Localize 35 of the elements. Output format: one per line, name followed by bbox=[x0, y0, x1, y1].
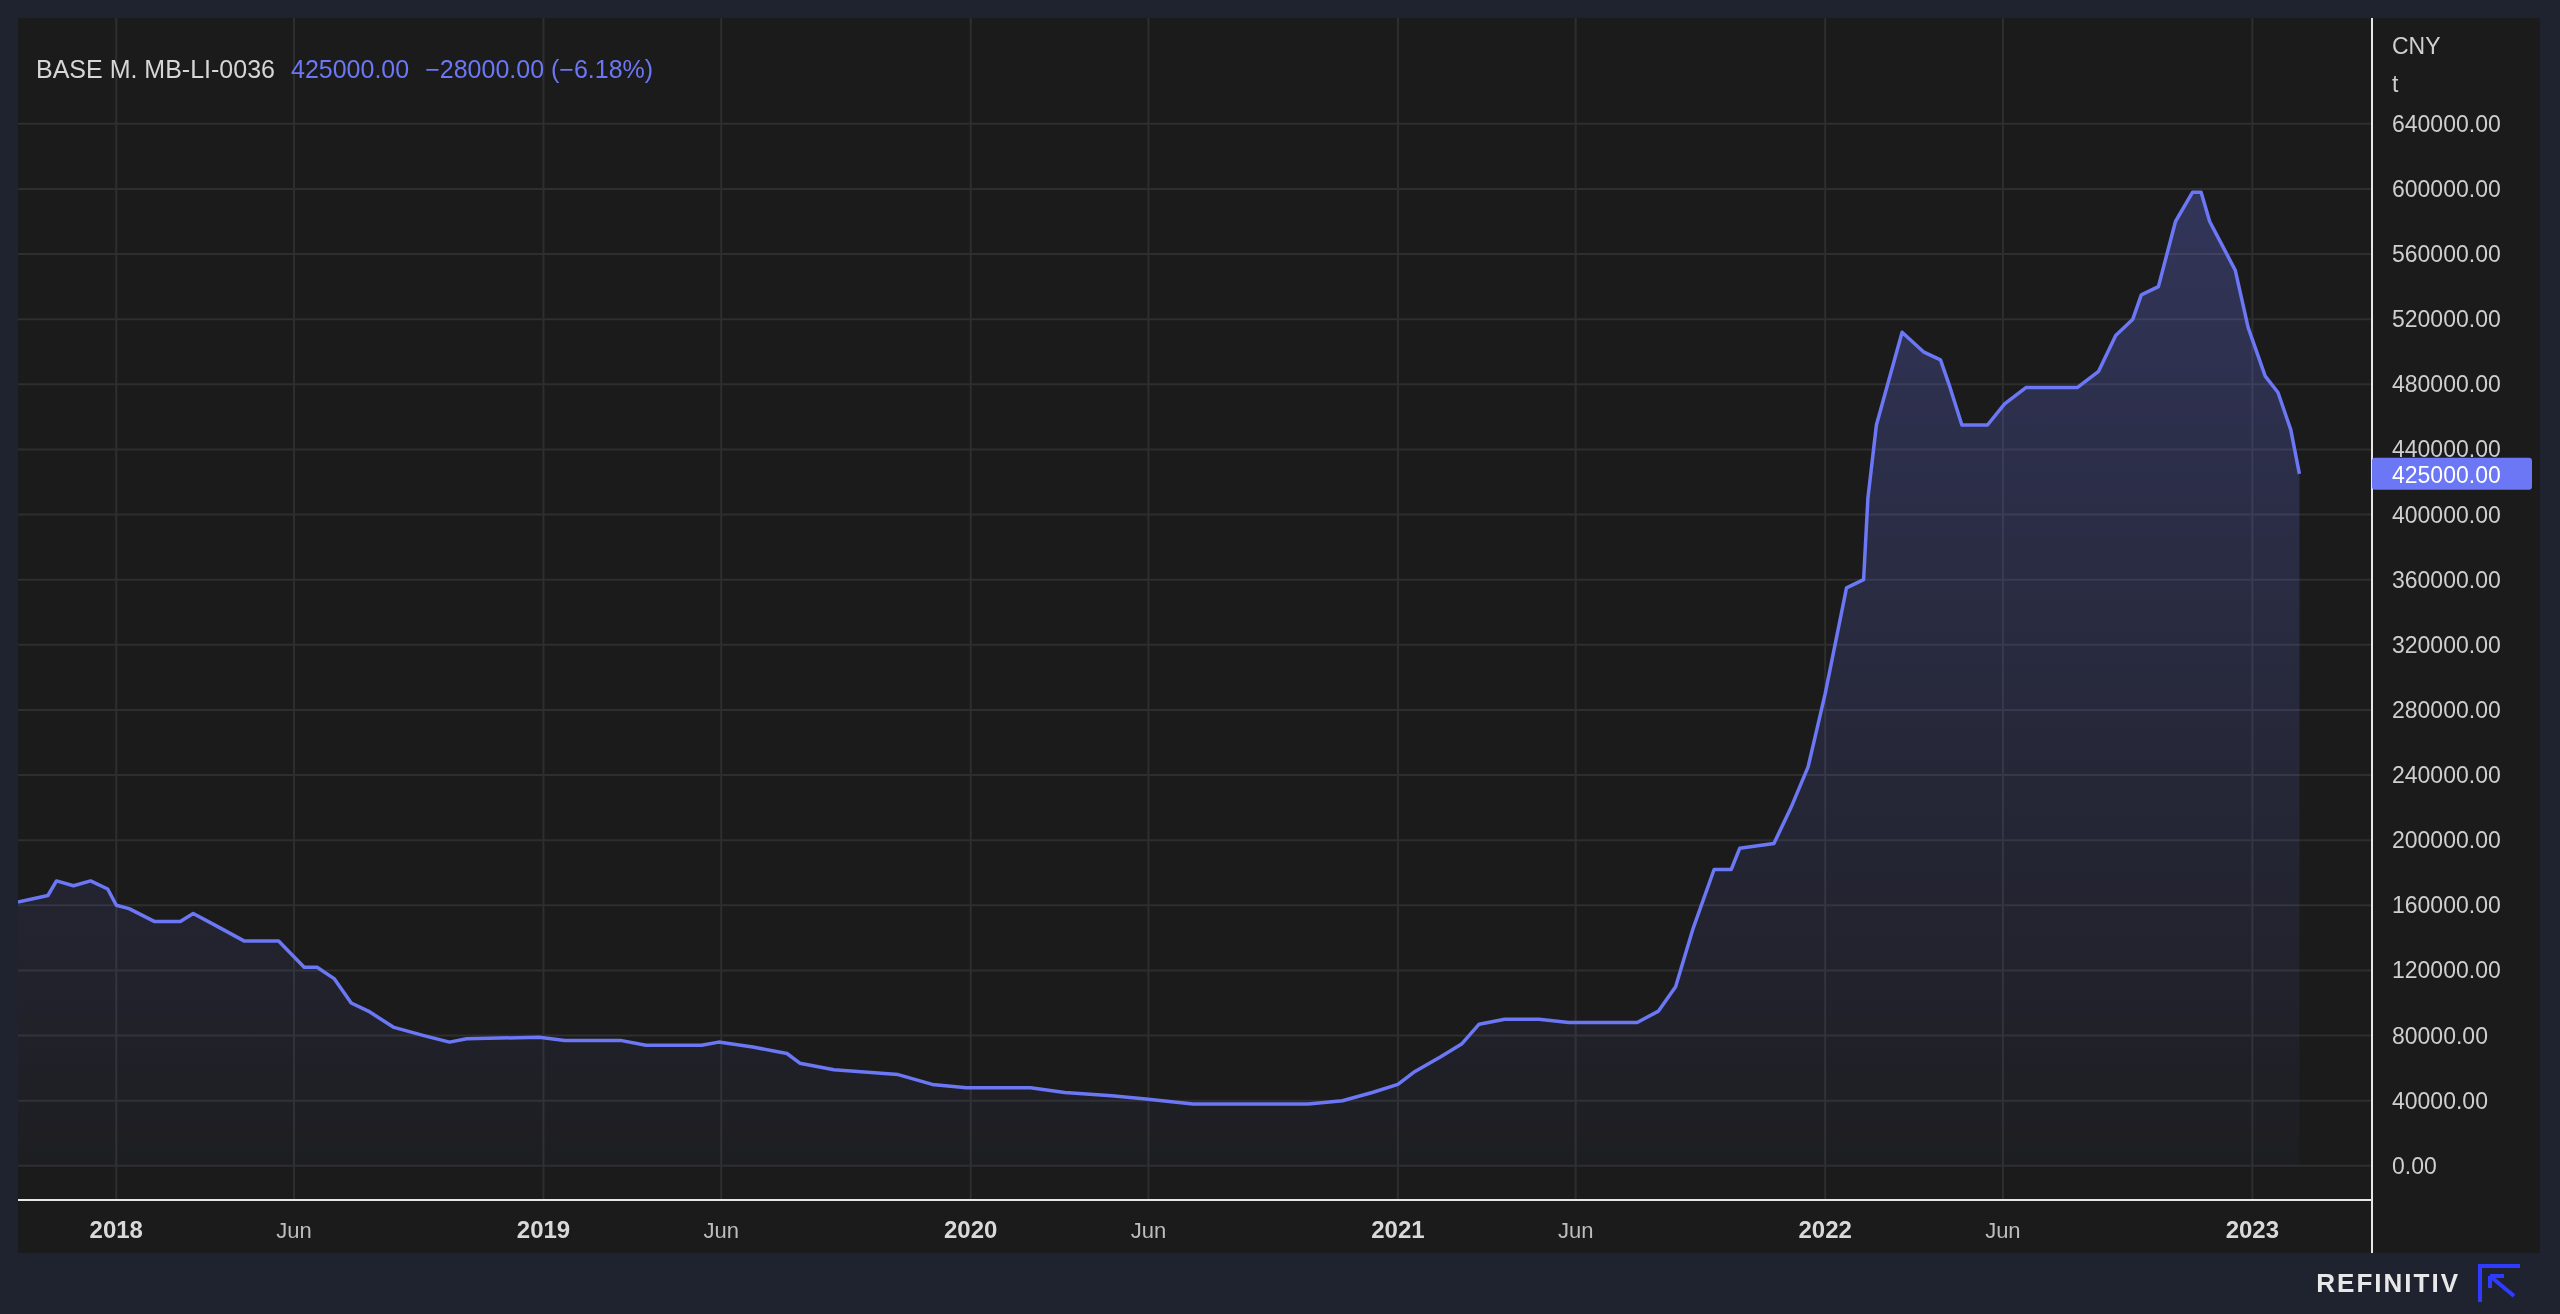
brand-name: REFINITIV bbox=[2316, 1267, 2460, 1300]
unit-label: t bbox=[2392, 71, 2399, 97]
legend-change: −28000.00 (−6.18%) bbox=[425, 54, 654, 85]
y-axis-label: 480000.00 bbox=[2392, 371, 2501, 398]
x-axis-label: 2022 bbox=[1798, 1216, 1852, 1243]
y-axis-label: 600000.00 bbox=[2392, 175, 2501, 202]
y-axis-label: 240000.00 bbox=[2392, 762, 2501, 789]
y-axis-label: 400000.00 bbox=[2392, 501, 2501, 528]
x-axis-label: Jun bbox=[276, 1218, 312, 1243]
y-axis-label: 120000.00 bbox=[2392, 957, 2501, 984]
y-axis-label: 520000.00 bbox=[2392, 306, 2501, 333]
y-axis-label: 0.00 bbox=[2392, 1152, 2437, 1179]
y-axis-label: 560000.00 bbox=[2392, 241, 2501, 268]
x-axis-label: Jun bbox=[1985, 1218, 2021, 1243]
unit-label: CNY bbox=[2392, 33, 2441, 59]
x-axis-label: 2019 bbox=[516, 1216, 571, 1243]
legend-last-value: 425000.00 bbox=[291, 54, 410, 85]
y-axis-label: 80000.00 bbox=[2392, 1022, 2488, 1049]
y-axis-label: 160000.00 bbox=[2392, 892, 2501, 919]
x-axis-label: 2018 bbox=[89, 1216, 143, 1243]
y-axis-label: 200000.00 bbox=[2392, 827, 2501, 854]
y-axis-label: 280000.00 bbox=[2392, 696, 2501, 723]
y-axis-label: 360000.00 bbox=[2392, 566, 2501, 593]
x-axis-label: Jun bbox=[1130, 1218, 1167, 1243]
y-axis-label: 320000.00 bbox=[2392, 631, 2501, 658]
x-axis-label: Jun bbox=[1557, 1218, 1594, 1243]
y-axis-label: 40000.00 bbox=[2392, 1087, 2488, 1114]
x-axis-label: Jun bbox=[703, 1218, 739, 1243]
logo-icon bbox=[2476, 1263, 2522, 1304]
y-axis-label: 640000.00 bbox=[2392, 110, 2501, 137]
x-axis-label: 2023 bbox=[2225, 1216, 2280, 1243]
last-price-tag: 425000.00 bbox=[2372, 457, 2532, 490]
x-axis-label: 2020 bbox=[944, 1216, 998, 1243]
x-axis-label: 2021 bbox=[1371, 1216, 1425, 1243]
legend-name: BASE M. MB-LI-0036 bbox=[36, 54, 275, 85]
